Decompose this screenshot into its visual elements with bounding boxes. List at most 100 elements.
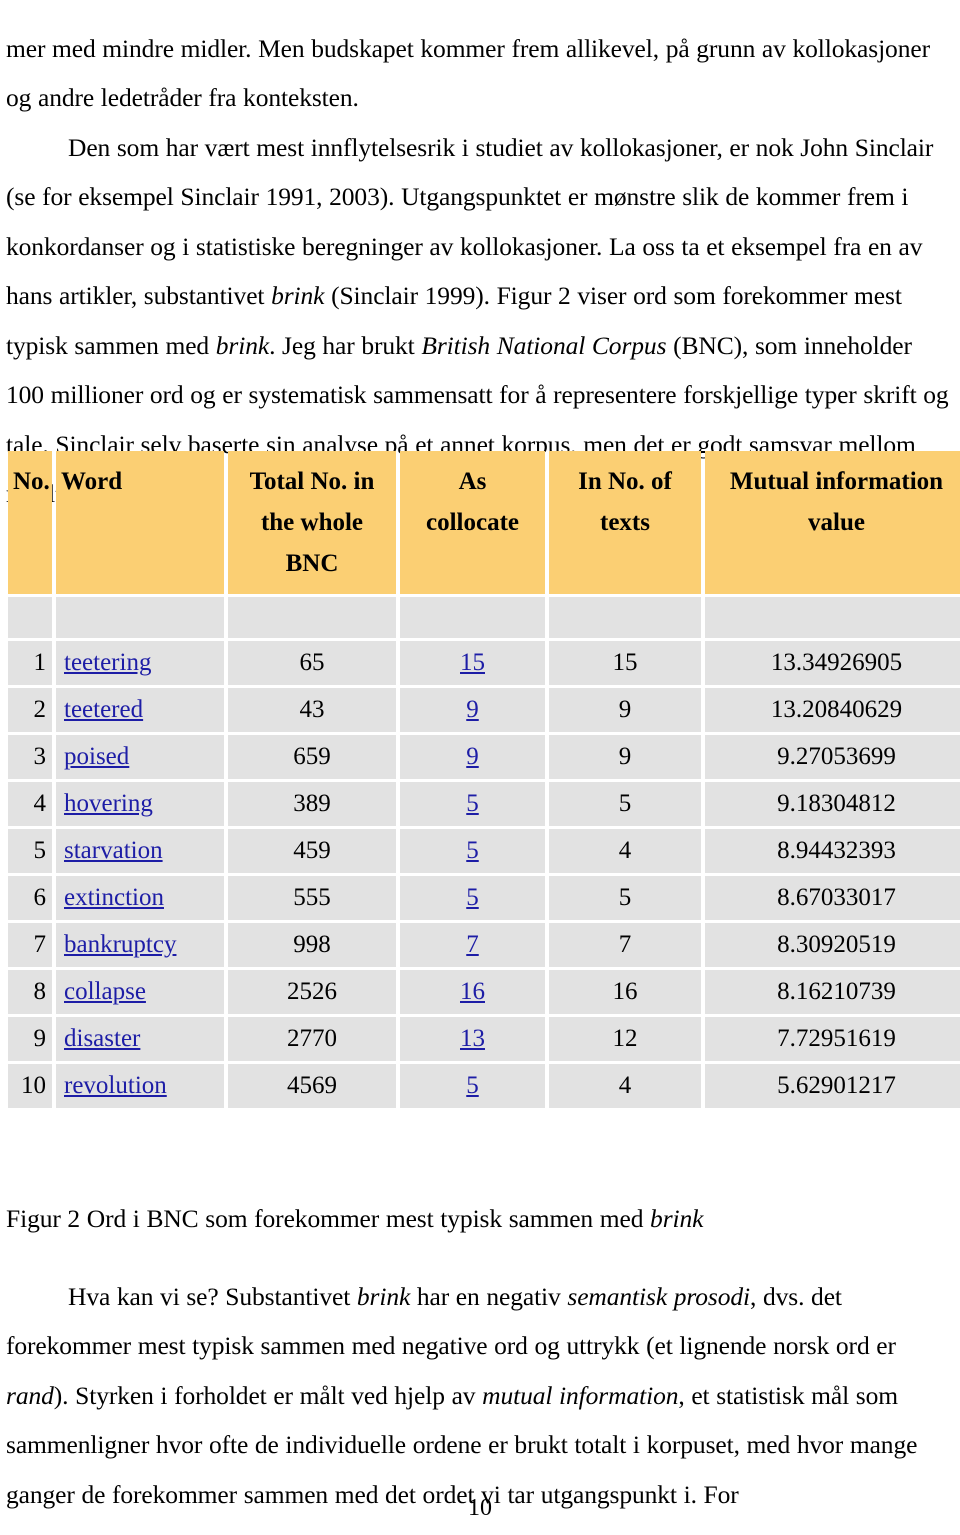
cell-no: 7: [8, 923, 52, 967]
word-link[interactable]: teetering: [64, 649, 151, 676]
table-row: 3 poised 659 9 9 9.27053699: [8, 735, 960, 779]
cell-no: 4: [8, 782, 52, 826]
cell-word[interactable]: teetering: [56, 641, 224, 685]
column-header-line: collocate: [425, 509, 519, 536]
emphasised-term: brink: [215, 330, 270, 360]
column-header-line: value: [808, 509, 865, 536]
cell-total: 998: [228, 923, 396, 967]
collocate-count-link[interactable]: 16: [460, 978, 485, 1005]
cell-total: 43: [228, 688, 396, 732]
word-link[interactable]: bankruptcy: [64, 931, 176, 958]
column-header-line: Total No. in: [249, 468, 375, 495]
collocate-count-link[interactable]: 5: [466, 790, 479, 817]
column-header-line: No.: [13, 468, 50, 495]
cell-word[interactable]: hovering: [56, 782, 224, 826]
emphasised-term: brink: [356, 1281, 411, 1311]
cell-mi: 8.30920519: [705, 923, 960, 967]
emphasised-term: brink: [271, 281, 325, 310]
cell-word[interactable]: teetered: [56, 688, 224, 732]
table-row: 2 teetered 43 9 9 13.20840629: [8, 688, 960, 732]
emphasised-term: mutual information: [482, 1380, 679, 1410]
word-link[interactable]: collapse: [64, 978, 146, 1005]
cell-collocate[interactable]: 5: [400, 829, 545, 873]
cell-texts: 7: [549, 923, 701, 967]
spacer-cell: [705, 597, 960, 638]
spacer-cell: [228, 597, 396, 638]
cell-word[interactable]: starvation: [56, 829, 224, 873]
table-row: 7 bankruptcy 998 7 7 8.30920519: [8, 923, 960, 967]
cell-collocate[interactable]: 16: [400, 970, 545, 1014]
collocate-count-link[interactable]: 5: [466, 884, 479, 911]
column-header-total: Total No. in the whole BNC: [228, 451, 396, 594]
cell-mi: 5.62901217: [705, 1064, 960, 1108]
table-row: 1 teetering 65 15 15 13.34926905: [8, 641, 960, 685]
cell-mi: 13.34926905: [705, 641, 960, 685]
cell-texts: 4: [549, 1064, 701, 1108]
cell-no: 5: [8, 829, 52, 873]
paragraph-intro: mer med mindre midler. Men budskapet kom…: [6, 33, 949, 509]
collocate-count-link[interactable]: 9: [466, 743, 479, 770]
document-page: mer med mindre midler. Men budskapet kom…: [0, 0, 960, 1535]
cell-collocate[interactable]: 5: [400, 876, 545, 920]
word-link[interactable]: disaster: [64, 1025, 140, 1052]
table-spacer-row: [8, 597, 960, 638]
cell-collocate[interactable]: 13: [400, 1017, 545, 1061]
word-link[interactable]: starvation: [64, 837, 163, 864]
word-link[interactable]: poised: [64, 743, 129, 770]
collocation-table: No. Word Total No. in the whole BNC As coll…: [4, 448, 960, 1111]
cell-total: 555: [228, 876, 396, 920]
table-row: 4 hovering 389 5 5 9.18304812: [8, 782, 960, 826]
column-header-no: No.: [8, 451, 52, 594]
cell-word[interactable]: poised: [56, 735, 224, 779]
collocate-count-link[interactable]: 7: [466, 931, 479, 958]
cell-collocate[interactable]: 5: [400, 782, 545, 826]
cell-texts: 5: [549, 876, 701, 920]
collocate-count-link[interactable]: 13: [460, 1025, 485, 1052]
collocate-count-link[interactable]: 5: [466, 837, 479, 864]
column-header-line: In No. of: [578, 468, 672, 495]
spacer-cell: [549, 597, 701, 638]
column-header-texts: In No. of texts: [549, 451, 701, 594]
cell-collocate[interactable]: 15: [400, 641, 545, 685]
word-link[interactable]: revolution: [64, 1072, 167, 1099]
word-link[interactable]: teetered: [64, 696, 143, 723]
cell-total: 389: [228, 782, 396, 826]
cell-word[interactable]: bankruptcy: [56, 923, 224, 967]
cell-collocate[interactable]: 7: [400, 923, 545, 967]
collocate-count-link[interactable]: 5: [466, 1072, 479, 1099]
cell-word[interactable]: disaster: [56, 1017, 224, 1061]
collocate-count-link[interactable]: 15: [460, 649, 485, 676]
cell-texts: 15: [549, 641, 701, 685]
table-header: No. Word Total No. in the whole BNC As coll…: [8, 451, 960, 594]
table-row: 5 starvation 459 5 4 8.94432393: [8, 829, 960, 873]
word-link[interactable]: extinction: [64, 884, 164, 911]
cell-texts: 9: [549, 688, 701, 732]
cell-collocate[interactable]: 5: [400, 1064, 545, 1108]
cell-word[interactable]: collapse: [56, 970, 224, 1014]
cell-total: 65: [228, 641, 396, 685]
table-row: 6 extinction 555 5 5 8.67033017: [8, 876, 960, 920]
cell-collocate[interactable]: 9: [400, 735, 545, 779]
emphasised-term: semantisk prosodi: [567, 1281, 751, 1311]
cell-no: 2: [8, 688, 52, 732]
column-header-line: texts: [600, 509, 650, 536]
cell-mi: 13.20840629: [705, 688, 960, 732]
table-row: 10 revolution 4569 5 4 5.62901217: [8, 1064, 960, 1108]
cell-no: 10: [8, 1064, 52, 1108]
paragraph-analysis: Hva kan vi se? Substantivet brink har en…: [6, 1281, 918, 1509]
cell-texts: 5: [549, 782, 701, 826]
cell-total: 459: [228, 829, 396, 873]
cell-mi: 8.16210739: [705, 970, 960, 1014]
cell-no: 8: [8, 970, 52, 1014]
column-header-word: Word: [56, 451, 224, 594]
page-number: 10: [468, 1495, 492, 1521]
table-body: 1 teetering 65 15 15 13.34926905 2 teetered 43 9 9…: [8, 597, 960, 1108]
word-link[interactable]: hovering: [64, 790, 153, 817]
cell-no: 1: [8, 641, 52, 685]
cell-word[interactable]: extinction: [56, 876, 224, 920]
cell-collocate[interactable]: 9: [400, 688, 545, 732]
cell-word[interactable]: revolution: [56, 1064, 224, 1108]
table-row: 8 collapse 2526 16 16 8.16210739: [8, 970, 960, 1014]
column-header-line: As: [458, 468, 487, 495]
collocate-count-link[interactable]: 9: [466, 696, 479, 723]
